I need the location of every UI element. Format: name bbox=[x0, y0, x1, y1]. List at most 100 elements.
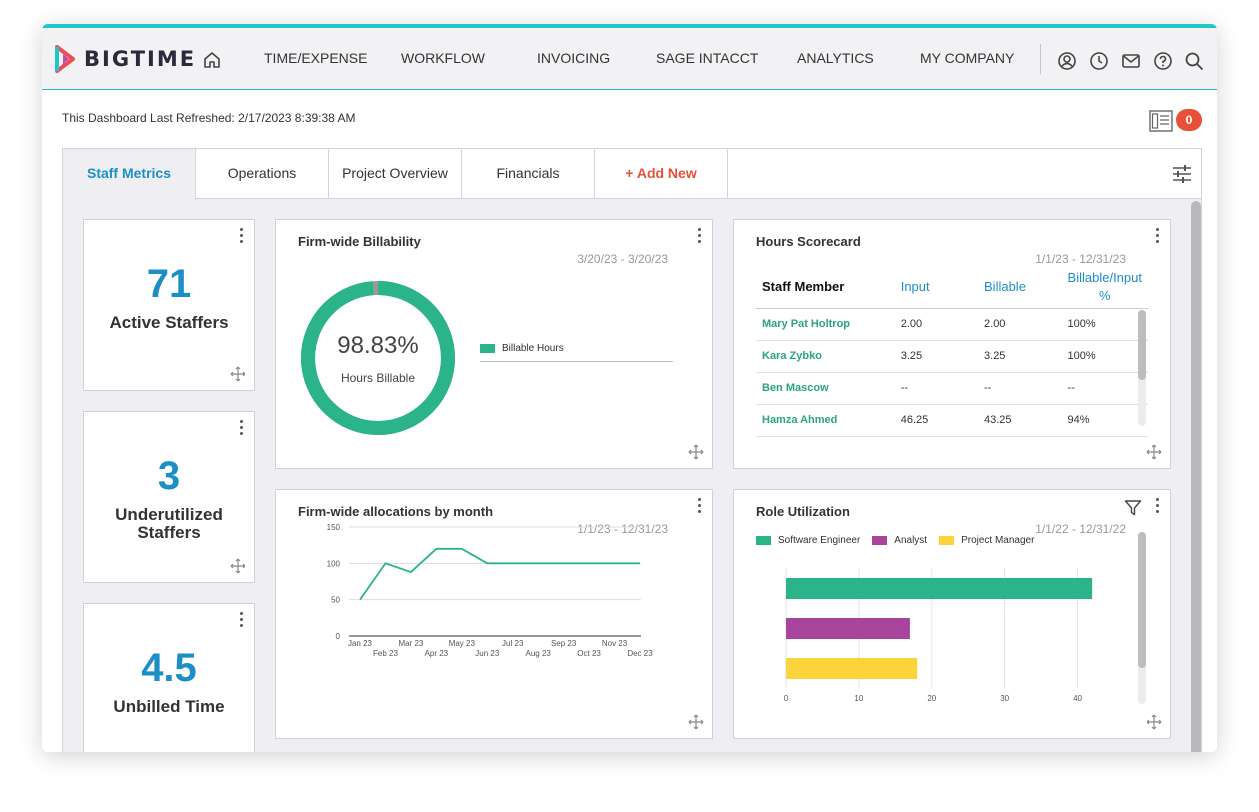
staff-name[interactable]: Hamza Ahmed bbox=[756, 404, 895, 437]
staff-name[interactable]: Ben Mascow bbox=[756, 372, 895, 405]
table-row: Hamza Ahmed 46.25 43.25 94% bbox=[756, 404, 1148, 437]
x-tick-label: 20 bbox=[927, 694, 936, 703]
nav-divider bbox=[1040, 44, 1041, 74]
home-icon[interactable] bbox=[202, 50, 222, 70]
more-options-icon[interactable] bbox=[236, 420, 246, 438]
more-options-icon[interactable] bbox=[236, 612, 246, 630]
mail-icon[interactable] bbox=[1121, 51, 1141, 71]
x-tick-label: Aug 23 bbox=[526, 649, 552, 658]
tab-project-overview[interactable]: Project Overview bbox=[329, 149, 462, 199]
top-nav-bar: BIGTIME TIME/EXPENSE WORKFLOW INVOICING … bbox=[42, 24, 1217, 90]
allocations-line-chart: 050100150Jan 23Feb 23Mar 23Apr 23May 23J… bbox=[327, 523, 654, 658]
move-icon[interactable] bbox=[230, 558, 246, 574]
app-window: BIGTIME TIME/EXPENSE WORKFLOW INVOICING … bbox=[42, 24, 1217, 752]
cell-billable: 3.25 bbox=[978, 340, 1062, 373]
dashboard-layout-icon[interactable] bbox=[1149, 110, 1173, 132]
date-range: 3/20/23 - 3/20/23 bbox=[577, 252, 668, 266]
table-row: Kara Zybko 3.25 3.25 100% bbox=[756, 340, 1148, 373]
column-header[interactable]: Staff Member bbox=[756, 266, 895, 309]
cell-ratio: 100% bbox=[1061, 308, 1148, 341]
x-tick-label: Feb 23 bbox=[373, 649, 398, 658]
tab-staff-metrics[interactable]: Staff Metrics bbox=[63, 149, 196, 200]
x-tick-label: Dec 23 bbox=[627, 649, 653, 658]
y-tick-label: 0 bbox=[336, 632, 341, 641]
move-icon[interactable] bbox=[1146, 714, 1162, 730]
help-icon[interactable] bbox=[1153, 51, 1173, 71]
legend-swatch bbox=[480, 344, 495, 353]
tab-financials[interactable]: Financials bbox=[462, 149, 595, 199]
move-icon[interactable] bbox=[230, 366, 246, 382]
metric-value: 3 bbox=[157, 454, 181, 498]
chart-scrollbar-track[interactable] bbox=[1138, 532, 1146, 704]
x-tick-label: Mar 23 bbox=[398, 639, 423, 648]
scorecard-table: Staff Member Input Billable Billable/Inp… bbox=[756, 266, 1148, 437]
move-icon[interactable] bbox=[688, 444, 704, 460]
cell-billable: 2.00 bbox=[978, 308, 1062, 341]
sliders-settings-icon[interactable] bbox=[1171, 163, 1193, 185]
notification-badge[interactable]: 0 bbox=[1176, 109, 1202, 131]
x-tick-label: Sep 23 bbox=[551, 639, 577, 648]
cell-billable: -- bbox=[978, 372, 1062, 405]
tab-operations[interactable]: Operations bbox=[196, 149, 329, 199]
role-utilization-card: Role Utilization 1/1/22 - 12/31/22 Softw… bbox=[733, 489, 1171, 739]
table-scrollbar-track[interactable] bbox=[1138, 310, 1146, 426]
billability-percent: 98.83% bbox=[337, 332, 419, 359]
cell-input: -- bbox=[894, 372, 979, 405]
bar-project-manager bbox=[786, 658, 918, 679]
column-header[interactable]: Billable bbox=[978, 266, 1062, 309]
more-options-icon[interactable] bbox=[1152, 228, 1162, 246]
chart-scrollbar-thumb[interactable] bbox=[1138, 532, 1146, 668]
column-header[interactable]: Billable/Input % bbox=[1061, 266, 1148, 309]
y-tick-label: 50 bbox=[331, 596, 340, 605]
move-icon[interactable] bbox=[688, 714, 704, 730]
nav-analytics[interactable]: ANALYTICS bbox=[797, 50, 874, 66]
cell-input: 2.00 bbox=[894, 308, 979, 341]
cell-ratio: 94% bbox=[1061, 404, 1148, 437]
last-refreshed-text: This Dashboard Last Refreshed: 2/17/2023… bbox=[62, 111, 356, 125]
cell-ratio: -- bbox=[1061, 372, 1148, 405]
search-icon[interactable] bbox=[1184, 51, 1204, 71]
billability-card: Firm-wide Billability 3/20/23 - 3/20/23 … bbox=[275, 219, 713, 469]
move-icon[interactable] bbox=[1146, 444, 1162, 460]
legend-label: Billable Hours bbox=[502, 343, 564, 354]
x-tick-label: Jun 23 bbox=[475, 649, 500, 658]
user-profile-icon[interactable] bbox=[1057, 51, 1077, 71]
billability-center-label: Hours Billable bbox=[340, 371, 416, 385]
metric-value: 71 bbox=[146, 262, 192, 306]
x-tick-label: 30 bbox=[1000, 694, 1009, 703]
x-tick-label: Jan 23 bbox=[348, 639, 373, 648]
dashboard-tabs-panel: Staff Metrics Operations Project Overvie… bbox=[62, 148, 1202, 752]
dashboard-main: This Dashboard Last Refreshed: 2/17/2023… bbox=[42, 90, 1217, 752]
table-row: Ben Mascow -- -- -- bbox=[756, 372, 1148, 405]
clock-icon[interactable] bbox=[1089, 51, 1109, 71]
cell-billable: 43.25 bbox=[978, 404, 1062, 437]
cell-input: 46.25 bbox=[894, 404, 979, 437]
nav-my-company[interactable]: MY COMPANY bbox=[920, 50, 1014, 66]
add-new-tab-button[interactable]: + Add New bbox=[595, 149, 728, 199]
table-scrollbar-thumb[interactable] bbox=[1138, 310, 1146, 380]
bar-software-engineer bbox=[786, 578, 1093, 599]
x-tick-label: 10 bbox=[854, 694, 863, 703]
x-tick-label: Apr 23 bbox=[425, 649, 449, 658]
nav-workflow[interactable]: WORKFLOW bbox=[401, 50, 485, 66]
metric-label: Active Staffers bbox=[109, 313, 229, 332]
card-title: Firm-wide Billability bbox=[298, 234, 421, 249]
nav-sage-intacct[interactable]: SAGE INTACCT bbox=[656, 50, 758, 66]
cell-input: 3.25 bbox=[894, 340, 979, 373]
metric-label: Unbilled Time bbox=[113, 697, 225, 716]
billability-legend: Billable Hours bbox=[480, 343, 564, 354]
dashboard-scrollbar[interactable] bbox=[1191, 201, 1201, 752]
staff-name[interactable]: Kara Zybko bbox=[756, 340, 895, 373]
date-range: 1/1/23 - 12/31/23 bbox=[1035, 252, 1126, 266]
x-tick-label: Jul 23 bbox=[502, 639, 524, 648]
more-options-icon[interactable] bbox=[694, 228, 704, 246]
metric-card-underutilized: 3 Underutilized Staffers bbox=[83, 411, 255, 583]
column-header[interactable]: Input bbox=[894, 266, 979, 309]
metric-value: 4.5 bbox=[141, 646, 197, 690]
table-row: Mary Pat Holtrop 2.00 2.00 100% bbox=[756, 308, 1148, 341]
more-options-icon[interactable] bbox=[236, 228, 246, 246]
staff-name[interactable]: Mary Pat Holtrop bbox=[756, 308, 895, 341]
nav-time-expense[interactable]: TIME/EXPENSE bbox=[264, 50, 367, 66]
nav-invoicing[interactable]: INVOICING bbox=[537, 50, 610, 66]
bigtime-logo[interactable]: BIGTIME bbox=[54, 44, 196, 74]
